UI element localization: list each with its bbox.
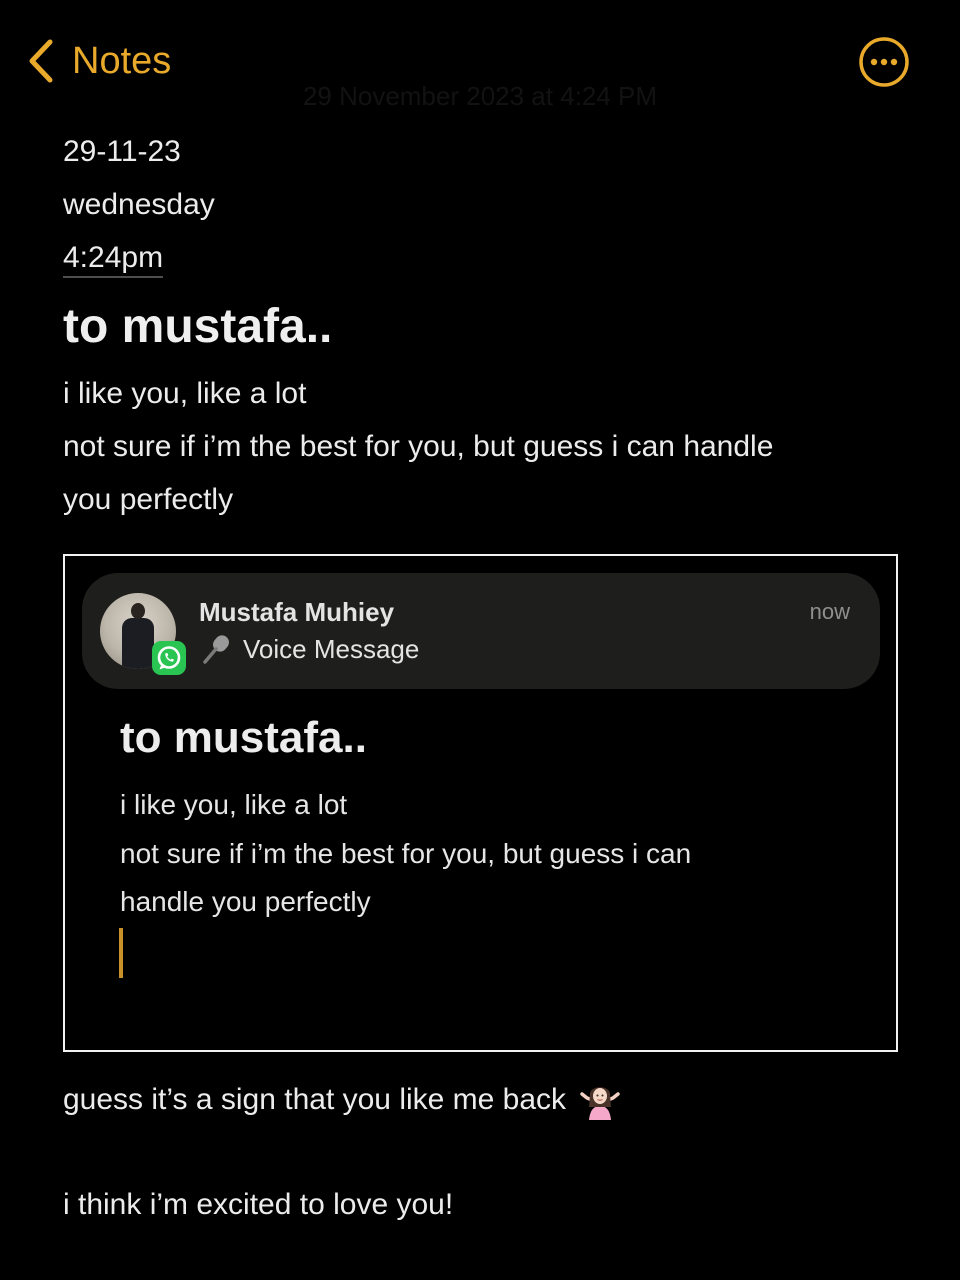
ellipsis-circle-icon — [858, 36, 910, 88]
more-options-button[interactable] — [858, 36, 910, 88]
whatsapp-icon — [152, 641, 186, 675]
note-line: you perfectly — [63, 483, 234, 516]
whatsapp-notification[interactable]: Mustafa Muhiey now Voice Message — [82, 573, 880, 689]
note-date: 29-11-23 — [63, 135, 181, 168]
note-line: not sure if i’m the best for you, but gu… — [63, 430, 774, 463]
embedded-note-line: handle you perfectly — [120, 886, 371, 917]
embedded-note-heading: to mustafa.. — [120, 713, 367, 762]
note-heading: to mustafa.. — [63, 300, 333, 353]
microphone-icon — [199, 632, 235, 666]
embedded-screenshot[interactable]: Mustafa Muhiey now Voice Message to must… — [63, 554, 898, 1052]
embedded-note-line: i like you, like a lot — [120, 789, 348, 820]
note-line-text: guess it’s a sign that you like me back — [63, 1083, 567, 1116]
chevron-left-icon — [26, 38, 56, 84]
notification-time: now — [809, 599, 850, 624]
embedded-note-line: not sure if i’m the best for you, but gu… — [120, 837, 692, 869]
note-body[interactable]: 29-11-23 wednesday 4:24pm to mustafa.. i… — [63, 125, 898, 526]
embedded-note-text: i like you, like a lot not sure if i’m t… — [120, 781, 820, 927]
text-cursor — [119, 928, 123, 978]
note-line: i like you, like a lot — [63, 377, 307, 410]
note-line: guess it’s a sign that you like me back — [63, 1079, 622, 1121]
notification-sender: Mustafa Muhiey — [199, 597, 395, 627]
notification-message-text: Voice Message — [243, 634, 420, 664]
note-day: wednesday — [63, 188, 215, 221]
note-time-link[interactable]: 4:24pm — [63, 240, 164, 278]
back-button[interactable]: Notes — [26, 36, 171, 86]
note-line: i think i’m excited to love you! — [63, 1188, 454, 1221]
notification-message: Voice Message — [199, 631, 419, 667]
edited-timestamp: 29 November 2023 at 4:24 PM — [302, 81, 658, 111]
person-shrugging-icon — [578, 1080, 622, 1120]
back-label: Notes — [72, 40, 172, 82]
